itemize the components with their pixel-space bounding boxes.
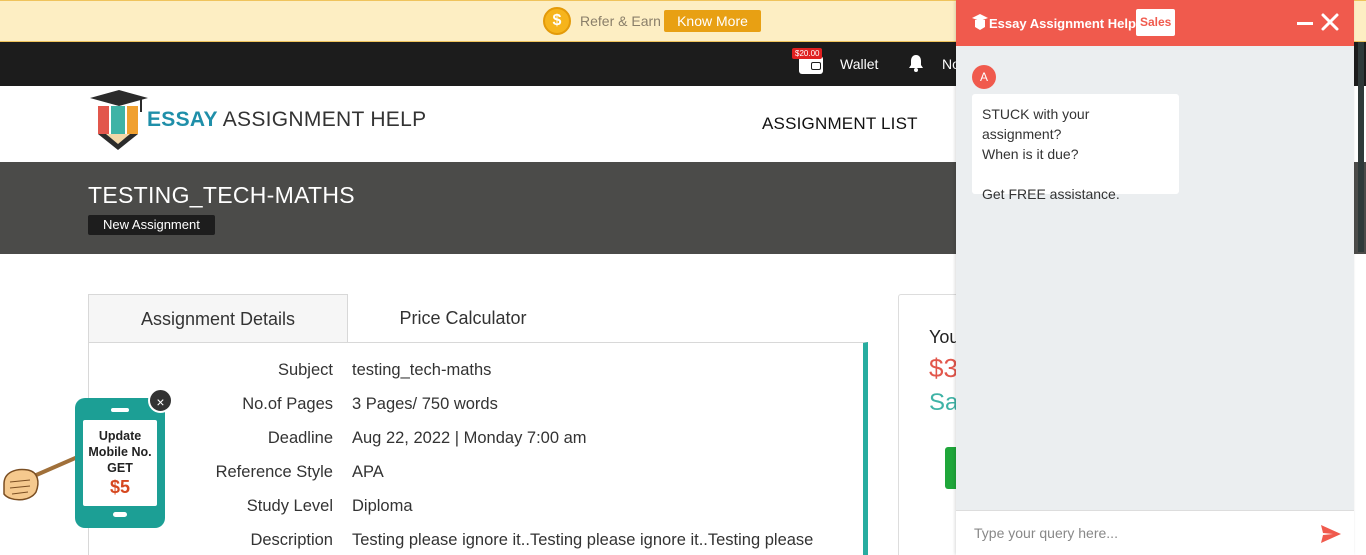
row-value: Testing please ignore it..Testing please… [352, 531, 814, 549]
minimize-icon[interactable] [1296, 14, 1314, 32]
logo-essay-word: ESSAY [147, 108, 218, 131]
phone-graphic: Update Mobile No. GET $5 [75, 398, 165, 528]
bell-icon[interactable] [906, 53, 926, 73]
phone-home-button [113, 512, 127, 517]
row-value: testing_tech-maths [352, 361, 492, 379]
wallet-amount-badge: $20.00 [792, 48, 823, 59]
logo-rest-words: ASSIGNMENT HELP [217, 108, 427, 131]
row-key: Reference Style [215, 463, 333, 481]
chat-header: Essay Assignment Help Sales [956, 0, 1354, 46]
table-row: Study Level Diploma [89, 489, 864, 523]
tab-assignment-details[interactable]: Assignment Details [88, 294, 348, 342]
hand-icon [3, 454, 80, 501]
promo-amount: $5 [109, 477, 131, 497]
table-row: Subject testing_tech-maths [89, 353, 864, 387]
page-title: TESTING_TECH-MATHS [88, 182, 355, 208]
row-key: Description [250, 531, 333, 549]
coin-icon: $ [543, 7, 571, 35]
row-value: APA [352, 463, 384, 481]
chat-message-bubble: STUCK with your assignment? When is it d… [972, 94, 1179, 202]
row-key: Deadline [267, 429, 333, 447]
phone-screen: Update Mobile No. GET $5 [83, 420, 157, 506]
table-row: Description Testing please ignore it..Te… [89, 523, 864, 555]
tab-price-calculator[interactable]: Price Calculator [348, 294, 578, 342]
chat-message-line: When is it due? [982, 146, 1079, 162]
price-value: $3 [929, 353, 958, 383]
close-promo-button[interactable]: × [148, 388, 173, 413]
table-row: Deadline Aug 22, 2022 | Monday 7:00 am [89, 421, 864, 455]
row-value: Aug 22, 2022 | Monday 7:00 am [352, 429, 587, 447]
you-pay-label: You [929, 327, 960, 347]
chat-message-line: Get FREE assistance. [982, 186, 1120, 202]
phone-speaker [111, 408, 129, 412]
close-icon[interactable] [1320, 12, 1340, 32]
nav-assignment-list[interactable]: ASSIGNMENT LIST [762, 114, 918, 134]
chat-logo-icon [972, 14, 988, 30]
promo-line: Update [98, 429, 142, 443]
page-scrollbar[interactable] [1358, 42, 1364, 252]
wallet-link[interactable]: Wallet [840, 56, 878, 72]
chat-footer [956, 510, 1354, 555]
chat-query-input[interactable] [974, 521, 1304, 545]
status-badge: New Assignment [88, 215, 215, 235]
row-key: Study Level [246, 497, 333, 515]
know-more-button[interactable]: Know More [664, 10, 761, 32]
table-row: Reference Style APA [89, 455, 864, 489]
mobile-update-promo[interactable]: Update Mobile No. GET $5 × [0, 388, 180, 538]
row-value: 3 Pages/ 750 words [352, 395, 498, 413]
agent-avatar: A [972, 65, 996, 89]
chat-message-line: STUCK with your assignment? [982, 106, 1090, 142]
send-icon[interactable] [1320, 523, 1342, 545]
table-row: No.of Pages 3 Pages/ 750 words [89, 387, 864, 421]
chat-title: Essay Assignment Help [989, 16, 1136, 31]
chat-department-tag: Sales [1136, 9, 1176, 36]
details-table: Subject testing_tech-maths No.of Pages 3… [88, 342, 868, 555]
row-key: No.of Pages [242, 395, 333, 413]
save-label: Sa [929, 389, 959, 416]
refer-earn-label: Refer & Earn [580, 13, 661, 29]
row-value: Diploma [352, 497, 413, 515]
logo-icon[interactable] [88, 88, 150, 152]
chat-widget: Essay Assignment Help Sales A STUCK with… [956, 0, 1354, 555]
promo-line: Mobile No. [88, 445, 152, 459]
promo-line: GET [107, 461, 133, 475]
logo-text[interactable]: ESSAY ASSIGNMENT HELP [147, 108, 426, 132]
row-key: Subject [277, 361, 333, 379]
